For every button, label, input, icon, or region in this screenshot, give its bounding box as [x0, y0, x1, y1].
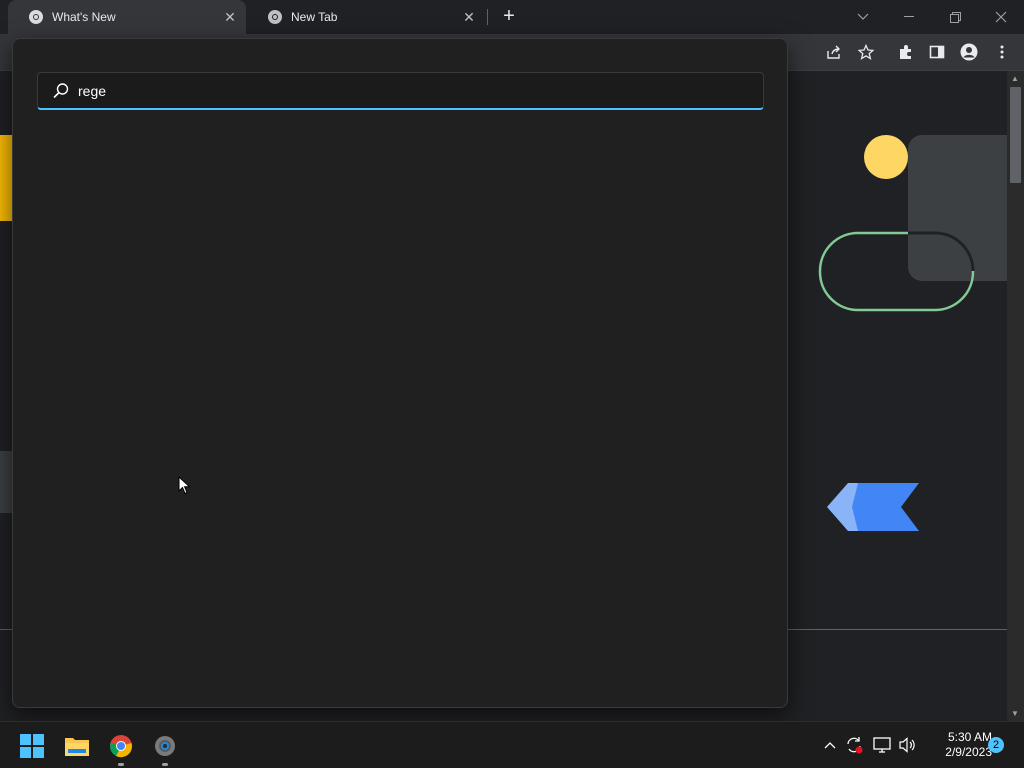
side-panel-icon[interactable] [926, 41, 948, 63]
restore-icon[interactable] [932, 4, 978, 30]
notification-badge[interactable]: 2 [988, 737, 1004, 753]
sync-icon[interactable] [845, 736, 863, 754]
start-button[interactable] [16, 730, 48, 762]
volume-icon[interactable] [898, 736, 916, 754]
start-icon [20, 734, 44, 758]
new-tab-button[interactable]: + [498, 6, 520, 28]
scroll-up-icon[interactable]: ▲ [1011, 74, 1019, 83]
clock-date: 2/9/2023 [945, 745, 992, 759]
close-tab-icon[interactable]: ✕ [222, 9, 238, 25]
menu-icon[interactable] [991, 41, 1013, 63]
chrome-icon [110, 735, 132, 758]
tab-title: New Tab [291, 10, 338, 24]
close-window-icon[interactable] [978, 4, 1024, 30]
running-indicator [118, 763, 124, 766]
chrome-icon [267, 9, 283, 25]
tab-search-chevron-icon[interactable] [840, 4, 886, 30]
windows-search-flyout [12, 38, 788, 708]
scrollbar-thumb[interactable] [1010, 87, 1021, 183]
search-box[interactable] [37, 72, 764, 110]
tab-new-tab[interactable]: New Tab ✕ [247, 0, 485, 34]
mouse-cursor-icon [178, 476, 191, 495]
bookmark-star-icon[interactable] [855, 41, 877, 63]
settings-icon [155, 736, 175, 756]
search-icon [52, 82, 70, 100]
chrome-icon [28, 9, 44, 25]
share-icon[interactable] [823, 41, 845, 63]
show-hidden-icons-chevron-icon[interactable] [821, 736, 839, 754]
network-icon[interactable] [873, 736, 891, 754]
browser-tab-strip: What's New ✕ New Tab ✕ + [0, 0, 1024, 34]
extensions-icon[interactable] [895, 41, 917, 63]
page-scrollbar[interactable]: ▲ ▼ [1007, 71, 1024, 721]
tab-whats-new[interactable]: What's New ✕ [8, 0, 246, 34]
search-input[interactable] [78, 73, 748, 109]
minimize-icon[interactable] [886, 4, 932, 30]
settings-taskbar-button[interactable] [149, 730, 181, 766]
chrome-taskbar-button[interactable] [105, 730, 137, 766]
scroll-down-icon[interactable]: ▼ [1011, 709, 1019, 718]
clock-time: 5:30 AM [947, 730, 992, 744]
tab-separator [487, 9, 488, 25]
windows-taskbar: 5:30 AM 2/9/2023 2 [0, 721, 1024, 768]
file-explorer-button[interactable] [61, 730, 93, 762]
tab-title: What's New [52, 10, 116, 24]
running-indicator [162, 763, 168, 766]
decorative-shapes [818, 135, 1007, 531]
close-tab-icon[interactable]: ✕ [461, 9, 477, 25]
system-clock[interactable]: 5:30 AM 2/9/2023 [920, 730, 992, 760]
profile-icon[interactable] [958, 41, 980, 63]
file-explorer-icon [65, 738, 89, 756]
